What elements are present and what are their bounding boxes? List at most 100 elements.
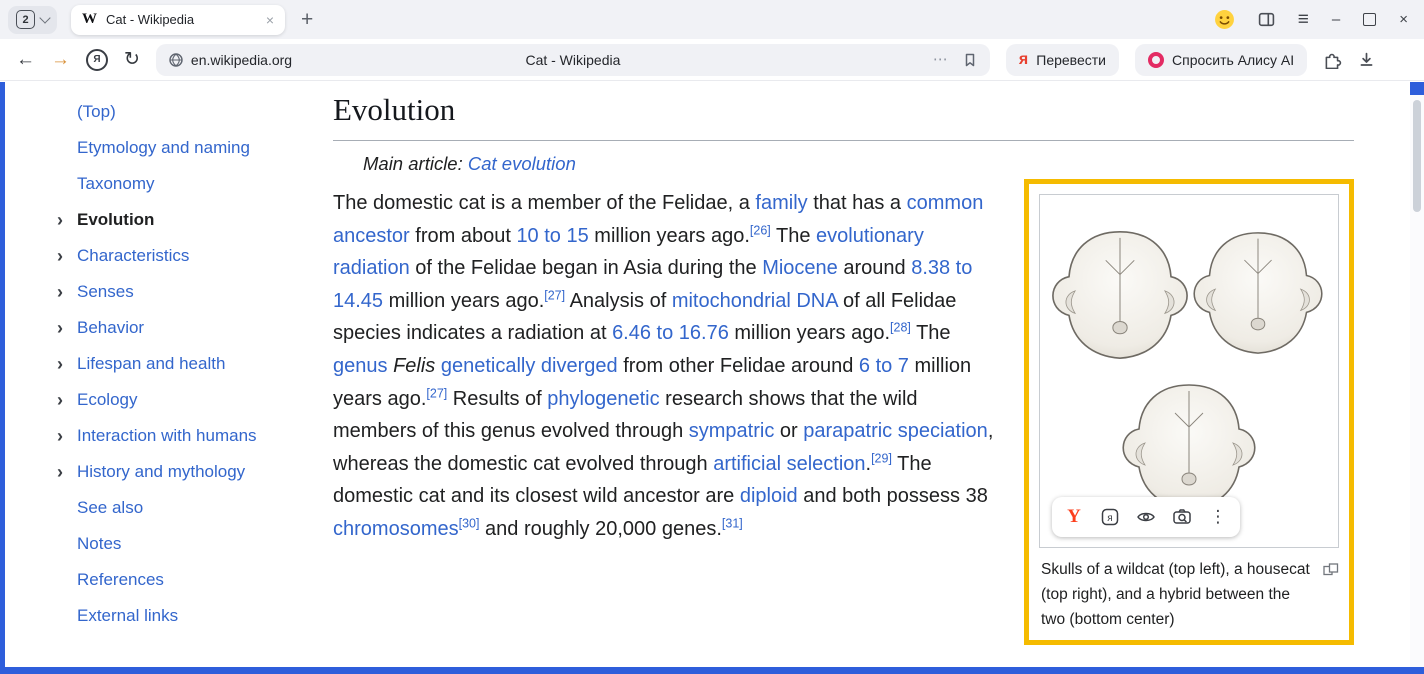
address-bar-right: ⋯: [933, 52, 978, 68]
toc-item-interaction-with-humans[interactable]: › Interaction with humans: [57, 418, 301, 454]
toc-item-notes[interactable]: Notes: [57, 526, 301, 562]
enlarge-icon[interactable]: [1323, 560, 1339, 585]
kebab-menu-icon[interactable]: ⋮: [1200, 499, 1236, 535]
wiki-link[interactable]: sympatric: [689, 420, 775, 442]
toc-item-history-and-mythology[interactable]: › History and mythology: [57, 454, 301, 490]
wiki-link[interactable]: mitochondrial DNA: [672, 290, 838, 312]
reference-link[interactable]: [27]: [544, 288, 565, 302]
close-window-button[interactable]: ×: [1399, 12, 1408, 27]
tab-close-icon[interactable]: ×: [266, 12, 274, 28]
chevron-right-icon[interactable]: ›: [57, 382, 63, 418]
toc-link[interactable]: References: [77, 570, 164, 589]
chevron-right-icon[interactable]: ›: [57, 274, 63, 310]
toc-item-references[interactable]: References: [57, 562, 301, 598]
maximize-button[interactable]: [1363, 13, 1376, 26]
reference-link[interactable]: [31]: [722, 516, 743, 530]
toc-link[interactable]: Behavior: [77, 318, 144, 337]
chevron-right-icon[interactable]: ›: [57, 454, 63, 490]
forward-button[interactable]: →: [51, 50, 70, 69]
translate-image-icon[interactable]: я: [1092, 499, 1128, 535]
extensions-icon[interactable]: [1323, 50, 1342, 69]
toc-item-lifespan-and-health[interactable]: › Lifespan and health: [57, 346, 301, 382]
wiki-link[interactable]: genus: [333, 355, 388, 377]
wiki-link[interactable]: parapatric speciation: [803, 420, 988, 442]
yandex-browser-icon[interactable]: Я: [86, 49, 108, 71]
toc-item-senses[interactable]: › Senses: [57, 274, 301, 310]
toc-item-external-links[interactable]: External links: [57, 598, 301, 634]
more-actions-icon[interactable]: ⋯: [933, 52, 949, 67]
wiki-link[interactable]: 6 to 7: [859, 355, 909, 377]
reference-link[interactable]: [30]: [459, 516, 480, 530]
reference-link[interactable]: [27]: [426, 386, 447, 400]
wiki-link[interactable]: phylogenetic: [547, 388, 659, 410]
cat-evolution-link[interactable]: Cat evolution: [468, 153, 576, 174]
chevron-right-icon[interactable]: ›: [57, 202, 63, 238]
tab-cat-wikipedia[interactable]: W Cat - Wikipedia ×: [71, 5, 285, 35]
wiki-link[interactable]: genetically diverged: [441, 355, 618, 377]
wiki-link[interactable]: 10 to 15: [516, 225, 588, 247]
url-host: en.wikipedia.org: [191, 52, 292, 68]
toc-item-top[interactable]: (Top): [57, 94, 301, 130]
toc-link[interactable]: Ecology: [77, 390, 137, 409]
page-viewport: (Top) Etymology and naming Taxonomy › Evolut…: [0, 82, 1424, 674]
tab-counter-button[interactable]: 2: [8, 6, 57, 34]
toc-item-taxonomy[interactable]: Taxonomy: [57, 166, 301, 202]
scrollbar[interactable]: [1410, 82, 1424, 667]
toc-item-see-also[interactable]: See also: [57, 490, 301, 526]
toc-link[interactable]: Etymology and naming: [77, 138, 250, 157]
toc-link[interactable]: Lifespan and health: [77, 354, 225, 373]
toc-item-etymology-and-naming[interactable]: Etymology and naming: [57, 130, 301, 166]
body-text: and roughly 20,000 genes.: [479, 518, 721, 540]
tab-count-badge: 2: [16, 10, 35, 29]
downloads-icon[interactable]: [1358, 51, 1375, 68]
wiki-link[interactable]: family: [755, 192, 807, 214]
yandex-search-icon[interactable]: Y: [1056, 499, 1092, 535]
minimize-button[interactable]: –: [1332, 12, 1340, 27]
site-info-chip[interactable]: en.wikipedia.org: [168, 52, 292, 68]
bookmark-icon[interactable]: [962, 52, 978, 68]
translate-button[interactable]: я Перевести: [1006, 44, 1119, 76]
skulls-image[interactable]: Y я ⋮: [1039, 194, 1339, 548]
toc-link[interactable]: Characteristics: [77, 246, 189, 265]
wiki-link[interactable]: chromosomes: [333, 518, 459, 540]
reload-button[interactable]: ↻: [124, 50, 140, 69]
toc-item-characteristics[interactable]: › Characteristics: [57, 238, 301, 274]
toc-link[interactable]: History and mythology: [77, 462, 245, 481]
chevron-right-icon[interactable]: ›: [57, 346, 63, 382]
chevron-right-icon[interactable]: ›: [57, 418, 63, 454]
chevron-right-icon[interactable]: ›: [57, 238, 63, 274]
toc-item-ecology[interactable]: › Ecology: [57, 382, 301, 418]
wiki-link[interactable]: Miocene: [762, 257, 838, 279]
toc-link[interactable]: Taxonomy: [77, 174, 154, 193]
menu-icon[interactable]: ≡: [1298, 10, 1309, 29]
wiki-link[interactable]: diploid: [740, 485, 798, 507]
reference: [30]: [459, 516, 480, 530]
reference-link[interactable]: [28]: [890, 321, 911, 335]
section-heading: Evolution: [333, 92, 1354, 128]
profile-emoji-icon[interactable]: [1214, 9, 1235, 30]
article-content: Evolution Main article: Cat evolution: [301, 82, 1410, 667]
address-bar[interactable]: en.wikipedia.org Cat - Wikipedia ⋯: [156, 44, 990, 76]
toc-link[interactable]: Evolution: [77, 210, 154, 229]
scrollbar-thumb[interactable]: [1413, 100, 1421, 212]
toc-item-behavior[interactable]: › Behavior: [57, 310, 301, 346]
body-text: million years ago.: [589, 225, 750, 247]
view-image-eye-icon[interactable]: [1128, 499, 1164, 535]
toc-link[interactable]: External links: [77, 606, 178, 625]
chevron-right-icon[interactable]: ›: [57, 310, 63, 346]
toc-link[interactable]: Notes: [77, 534, 121, 553]
toc-item-evolution[interactable]: › Evolution: [57, 202, 301, 238]
reference-link[interactable]: [29]: [871, 451, 892, 465]
toc-link[interactable]: Interaction with humans: [77, 426, 257, 445]
wiki-link[interactable]: 6.46 to 16.76: [612, 322, 729, 344]
side-panel-icon[interactable]: [1258, 11, 1275, 28]
image-search-camera-icon[interactable]: [1164, 499, 1200, 535]
toc-link[interactable]: Senses: [77, 282, 134, 301]
ask-alice-button[interactable]: Спросить Алису AI: [1135, 44, 1307, 76]
back-button[interactable]: ←: [16, 50, 35, 69]
toc-link[interactable]: (Top): [77, 102, 116, 121]
wiki-link[interactable]: artificial selection: [713, 453, 865, 475]
reference-link[interactable]: [26]: [750, 223, 771, 237]
toc-link[interactable]: See also: [77, 498, 143, 517]
new-tab-button[interactable]: +: [301, 9, 313, 30]
